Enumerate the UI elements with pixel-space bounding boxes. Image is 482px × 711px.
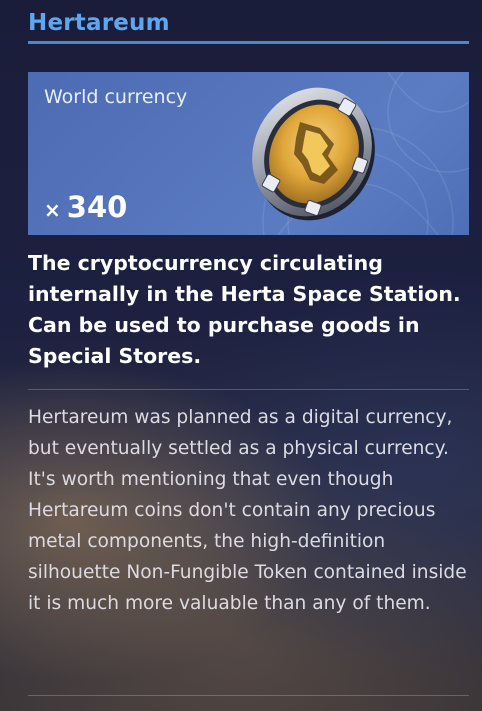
item-header: Hertareum [28,8,469,46]
section-divider [28,695,469,696]
section-divider [28,389,469,390]
lore-paragraph: Hertareum was planned as a digital curre… [28,407,453,459]
item-description: The cryptocurrency circulating internall… [28,251,461,368]
hertareum-coin-icon [252,87,375,221]
quantity-prefix: × [44,198,61,222]
item-lore: Hertareum was planned as a digital curre… [28,402,468,619]
title-underline [28,41,469,44]
item-card: World currency × 340 [28,72,469,235]
item-title: Hertareum [28,10,170,36]
currency-type-label: World currency [44,86,188,108]
item-quantity: × 340 [44,190,127,224]
quantity-value: 340 [66,190,128,224]
lore-paragraph: It's worth mentioning that even though H… [28,469,467,614]
